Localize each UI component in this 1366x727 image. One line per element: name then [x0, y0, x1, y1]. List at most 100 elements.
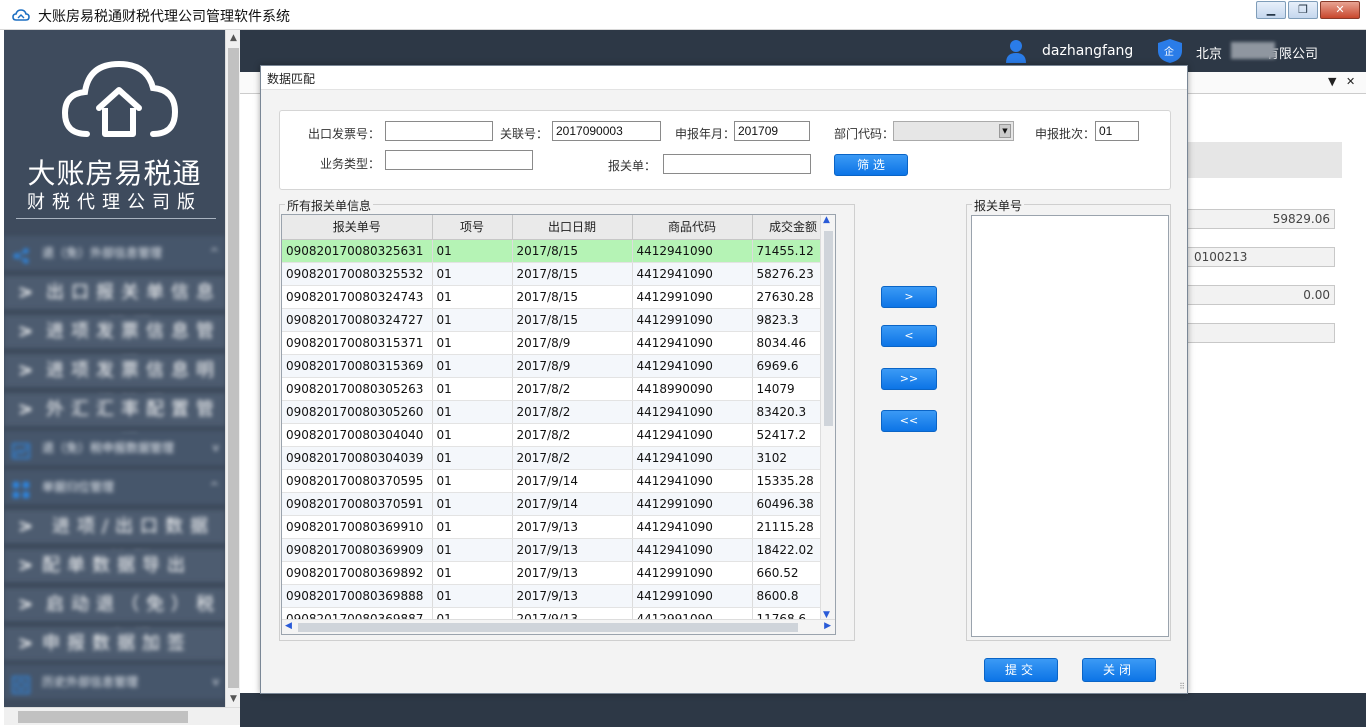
table-cell[interactable]: 090820170080315369	[282, 354, 433, 378]
sidebar-group-5[interactable]: 退（免）税申报数据管理 v	[4, 431, 225, 465]
table-cell[interactable]: 4412991090	[632, 561, 753, 585]
table-cell[interactable]: 4412991090	[632, 584, 753, 608]
close-window-button[interactable]: ✕	[1320, 1, 1360, 19]
table-cell[interactable]: 4412941090	[632, 354, 753, 378]
table-cell[interactable]: 090820170080369910	[282, 515, 433, 539]
table-row[interactable]: 090820170080304039 01 2017/8/2 4412941090 31…	[282, 446, 835, 470]
move-all-left-button[interactable]: <<	[881, 410, 937, 432]
table-cell[interactable]: 01	[432, 377, 513, 401]
table-cell[interactable]: 01	[432, 538, 513, 562]
biz-type-input[interactable]	[385, 150, 533, 170]
table-cell[interactable]: 090820170080304039	[282, 446, 433, 470]
table-row[interactable]: 090820170080325631 01 2017/8/15 4412941090 7…	[282, 239, 835, 263]
table-cell[interactable]: 090820170080325532	[282, 262, 433, 286]
scroll-left-arrow-icon[interactable]: ◀	[285, 621, 292, 631]
table-cell[interactable]: 4412941090	[632, 262, 753, 286]
sidebar-item-9[interactable]: >启动退（免）税申报	[4, 587, 225, 649]
table-cell[interactable]: 2017/8/9	[512, 354, 633, 378]
table-cell[interactable]: 2017/8/2	[512, 377, 633, 401]
table-cell[interactable]: 4412941090	[632, 538, 753, 562]
scroll-up-arrow-icon[interactable]: ▲	[226, 30, 241, 46]
sidebar-item-8[interactable]: > 配单数据导出	[4, 548, 225, 582]
table-row[interactable]: 090820170080324727 01 2017/8/15 4412991090 9…	[282, 308, 835, 332]
table-cell[interactable]: 01	[432, 561, 513, 585]
sidebar-horizontal-scrollbar[interactable]	[4, 707, 240, 725]
grid-vscroll-thumb[interactable]	[824, 231, 833, 426]
table-row[interactable]: 090820170080370595 01 2017/9/14 4412941090 1…	[282, 469, 835, 493]
table-cell[interactable]: 090820170080369909	[282, 538, 433, 562]
table-cell[interactable]: 4412941090	[632, 423, 753, 447]
table-cell[interactable]: 090820170080370595	[282, 469, 433, 493]
tab-close-icon[interactable]: ✕	[1346, 75, 1355, 88]
sidebar-item-3[interactable]: >进项发票信息明细管理	[4, 353, 225, 415]
table-cell[interactable]: 01	[432, 492, 513, 516]
table-cell[interactable]: 2017/9/14	[512, 469, 633, 493]
sidebar-item-4[interactable]: >外汇汇率配置管理	[4, 392, 225, 454]
table-row[interactable]: 090820170080315369 01 2017/8/9 4412941090 69…	[282, 354, 835, 378]
sidebar-item-10[interactable]: > 申报数据加签	[4, 626, 225, 660]
tab-dropdown-icon[interactable]: ▼	[1328, 75, 1336, 88]
table-cell[interactable]: 090820170080304040	[282, 423, 433, 447]
table-cell[interactable]: 01	[432, 469, 513, 493]
dropdown-arrow-icon[interactable]: ▼	[999, 124, 1011, 138]
grid-horizontal-scrollbar[interactable]: ◀ ▶	[282, 619, 835, 634]
table-cell[interactable]: 4412941090	[632, 515, 753, 539]
sidebar-group-0[interactable]: 退（免）外部信息管理 ^	[4, 236, 225, 270]
sidebar-vertical-scrollbar[interactable]: ▲ ▼	[225, 30, 240, 707]
table-cell[interactable]: 4418990090	[632, 377, 753, 401]
table-cell[interactable]: 2017/9/13	[512, 561, 633, 585]
table-cell[interactable]: 4412991090	[632, 492, 753, 516]
grid-hscroll-thumb[interactable]	[298, 623, 798, 632]
customs-input[interactable]	[663, 154, 811, 174]
table-row[interactable]: 090820170080305260 01 2017/8/2 4412941090 83…	[282, 400, 835, 424]
table-cell[interactable]: 090820170080305263	[282, 377, 433, 401]
table-cell[interactable]: 4412941090	[632, 331, 753, 355]
table-cell[interactable]: 01	[432, 400, 513, 424]
link-no-input[interactable]	[552, 121, 661, 141]
hscroll-thumb[interactable]	[18, 711, 188, 723]
table-cell[interactable]: 090820170080369892	[282, 561, 433, 585]
sidebar-group-11[interactable]: 历史外部信息管理 v	[4, 665, 225, 699]
table-cell[interactable]: 01	[432, 262, 513, 286]
table-cell[interactable]: 2017/9/13	[512, 538, 633, 562]
resize-grip-icon[interactable]: ⠿	[1179, 682, 1185, 691]
batch-input[interactable]	[1095, 121, 1139, 141]
submit-button[interactable]: 提交	[984, 658, 1058, 682]
table-cell[interactable]: 2017/8/15	[512, 308, 633, 332]
period-input[interactable]	[734, 121, 810, 141]
restore-button[interactable]: ❐	[1288, 1, 1318, 19]
table-cell[interactable]: 01	[432, 308, 513, 332]
table-row[interactable]: 090820170080370591 01 2017/9/14 4412991090 6…	[282, 492, 835, 516]
table-row[interactable]: 090820170080325532 01 2017/8/15 4412941090 5…	[282, 262, 835, 286]
scroll-down-arrow-icon[interactable]: ▼	[226, 691, 241, 707]
table-cell[interactable]: 090820170080370591	[282, 492, 433, 516]
grid-vertical-scrollbar[interactable]: ▲ ▼	[820, 215, 835, 620]
username[interactable]: dazhangfang	[1042, 43, 1133, 59]
table-cell[interactable]: 090820170080324727	[282, 308, 433, 332]
table-cell[interactable]: 090820170080315371	[282, 331, 433, 355]
table-row[interactable]: 090820170080305263 01 2017/8/2 4418990090 14…	[282, 377, 835, 401]
column-header[interactable]: 项号	[432, 215, 513, 240]
table-cell[interactable]: 2017/9/13	[512, 584, 633, 608]
table-cell[interactable]: 01	[432, 515, 513, 539]
table-cell[interactable]: 01	[432, 331, 513, 355]
table-cell[interactable]: 2017/8/2	[512, 400, 633, 424]
table-cell[interactable]: 4412941090	[632, 239, 753, 263]
customs-grid[interactable]: 报关单号 项号 出口日期 商品代码 成交金额 090820170080325631 01 2…	[281, 214, 836, 635]
scroll-up-arrow-icon[interactable]: ▲	[823, 215, 830, 225]
move-right-button[interactable]: >	[881, 286, 937, 308]
minimize-button[interactable]: ▁	[1256, 1, 1286, 19]
scroll-thumb[interactable]	[228, 48, 239, 688]
table-cell[interactable]: 2017/8/15	[512, 239, 633, 263]
dept-select[interactable]: ▼	[893, 121, 1014, 141]
table-row[interactable]: 090820170080315371 01 2017/8/9 4412941090 80…	[282, 331, 835, 355]
move-left-button[interactable]: <	[881, 325, 937, 347]
table-row[interactable]: 090820170080369892 01 2017/9/13 4412991090 6…	[282, 561, 835, 585]
table-cell[interactable]: 01	[432, 584, 513, 608]
table-cell[interactable]: 01	[432, 446, 513, 470]
table-cell[interactable]: 090820170080324743	[282, 285, 433, 309]
table-cell[interactable]: 2017/8/2	[512, 423, 633, 447]
column-header[interactable]: 商品代码	[632, 215, 753, 240]
table-cell[interactable]: 090820170080369888	[282, 584, 433, 608]
table-cell[interactable]: 2017/8/15	[512, 262, 633, 286]
